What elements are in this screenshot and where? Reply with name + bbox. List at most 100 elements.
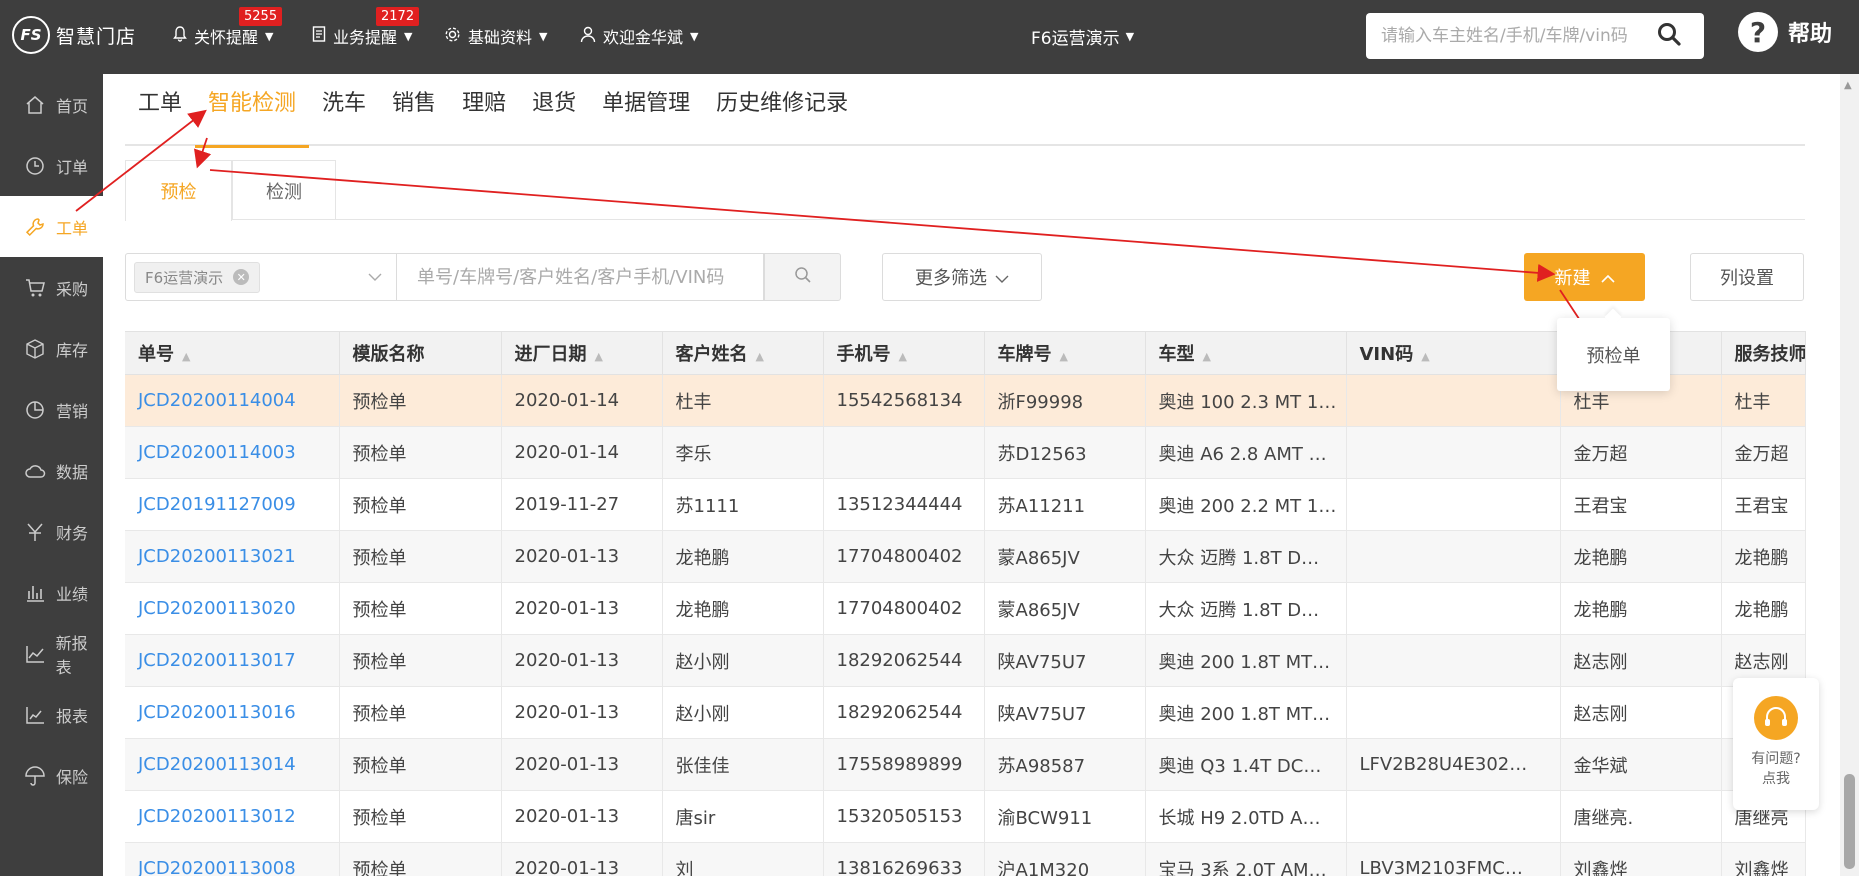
table-cell: 2020-01-14 bbox=[501, 426, 663, 479]
business-reminder-menu[interactable]: 业务提醒 ▼ 2172 bbox=[312, 7, 420, 48]
table-cell: 王君宝 bbox=[1560, 478, 1722, 531]
scrollbar-thumb[interactable] bbox=[1844, 774, 1855, 869]
table-cell bbox=[1346, 426, 1561, 479]
table-row[interactable]: JCD20200113020 预检单 2020-01-13 龙艳鹏 1770480040… bbox=[125, 582, 1806, 635]
sidebar-item-report[interactable]: 报表 bbox=[0, 684, 103, 745]
question-icon: ? bbox=[1738, 12, 1778, 52]
caret-down-icon: ▼ bbox=[690, 29, 699, 43]
help-button[interactable]: ? 帮助 bbox=[1738, 12, 1832, 52]
table-row[interactable]: JCD20200114004 预检单 2020-01-14 杜丰 15542568134… bbox=[125, 374, 1806, 427]
table-row[interactable]: JCD20200113012 预检单 2020-01-13 唐sir 153205051… bbox=[125, 790, 1806, 843]
query-box bbox=[396, 253, 764, 301]
line-chart-icon bbox=[22, 644, 48, 664]
sidebar-item-inventory[interactable]: 库存 bbox=[0, 318, 103, 379]
tab-document-management[interactable]: 单据管理 bbox=[589, 84, 703, 146]
sidebar-item-insurance[interactable]: 保险 bbox=[0, 745, 103, 806]
order-number-link[interactable]: JCD20191127009 bbox=[125, 478, 340, 531]
scroll-up-icon[interactable]: ▲ bbox=[1844, 80, 1852, 91]
sidebar-item-data[interactable]: 数据 bbox=[0, 440, 103, 501]
sidebar-item-performance[interactable]: 业绩 bbox=[0, 562, 103, 623]
order-number-link[interactable]: JCD20200114003 bbox=[125, 426, 340, 479]
logo-text: 智慧门店 bbox=[56, 25, 137, 48]
tab-inspection[interactable]: 检测 bbox=[232, 160, 336, 220]
query-input[interactable] bbox=[397, 266, 763, 288]
table-cell: 2019-11-27 bbox=[501, 478, 663, 531]
sidebar-item-label: 保险 bbox=[56, 767, 89, 787]
new-dropdown-item-pre-inspection[interactable]: 预检单 bbox=[1557, 318, 1670, 391]
sidebar-item-orders[interactable]: 订单 bbox=[0, 135, 103, 196]
tab-pre-inspection[interactable]: 预检 bbox=[125, 160, 232, 221]
scrollbar[interactable]: ▲ bbox=[1840, 74, 1859, 876]
search-icon[interactable] bbox=[1656, 21, 1682, 51]
order-number-link[interactable]: JCD20200113008 bbox=[125, 842, 340, 876]
close-icon[interactable]: ✕ bbox=[233, 269, 250, 285]
table-row[interactable]: JCD20200114003 预检单 2020-01-14 李乐 苏D12563 奥迪 A… bbox=[125, 426, 1806, 479]
table-cell: 预检单 bbox=[339, 582, 502, 635]
column-header[interactable]: 进厂日期 ▲ bbox=[501, 331, 663, 375]
table-row[interactable]: JCD20200113017 预检单 2020-01-13 赵小刚 1829206254… bbox=[125, 634, 1806, 687]
tab-sales[interactable]: 销售 bbox=[379, 84, 449, 146]
more-filters-button[interactable]: 更多筛选 bbox=[882, 253, 1042, 301]
table-cell: 金万超 bbox=[1560, 426, 1722, 479]
column-header[interactable]: 车牌号 ▲ bbox=[984, 331, 1146, 375]
table-cell bbox=[1346, 374, 1561, 427]
home-icon bbox=[22, 95, 48, 115]
table-cell bbox=[823, 426, 985, 479]
store-chip: F6运营演示 ✕ bbox=[134, 261, 261, 293]
table-cell: 浙F99998 bbox=[984, 374, 1146, 427]
tab-repair-history[interactable]: 历史维修记录 bbox=[703, 84, 861, 146]
caret-down-icon: ▼ bbox=[1125, 30, 1135, 43]
column-settings-button[interactable]: 列设置 bbox=[1690, 253, 1804, 301]
sort-icon: ▲ bbox=[594, 350, 603, 363]
basic-data-menu[interactable]: 基础资料 ▼ bbox=[444, 24, 547, 48]
new-button[interactable]: 新建 bbox=[1524, 253, 1645, 301]
sidebar-item-label: 营销 bbox=[56, 401, 89, 421]
order-number-link[interactable]: JCD20200113021 bbox=[125, 530, 340, 583]
table-row[interactable]: JCD20191127009 预检单 2019-11-27 苏1111 13512344… bbox=[125, 478, 1806, 531]
sidebar-item-purchase[interactable]: 采购 bbox=[0, 257, 103, 318]
tab-returns[interactable]: 退货 bbox=[519, 84, 589, 146]
sidebar-item-marketing[interactable]: 营销 bbox=[0, 379, 103, 440]
chevron-down-icon bbox=[368, 269, 382, 285]
column-header[interactable]: 单号 ▲ bbox=[125, 331, 340, 375]
top-bar: FS 智慧门店 关怀提醒 ▼ 5255 业务提醒 ▼ 2172 基础资料 ▼ 欢… bbox=[0, 0, 1859, 74]
column-header[interactable]: VIN码 ▲ bbox=[1346, 331, 1561, 375]
care-reminder-menu[interactable]: 关怀提醒 ▼ 5255 bbox=[173, 7, 283, 48]
table-row[interactable]: JCD20200113016 预检单 2020-01-13 赵小刚 1829206254… bbox=[125, 686, 1806, 739]
store-selector[interactable]: F6运营演示 ▼ bbox=[1031, 24, 1134, 49]
column-header[interactable]: 车型 ▲ bbox=[1145, 331, 1347, 375]
table-row[interactable]: JCD20200113021 预检单 2020-01-13 龙艳鹏 1770480040… bbox=[125, 530, 1806, 583]
primary-tabs: 工单 智能检测 洗车 销售 理赔 退货 单据管理 历史维修记录 bbox=[125, 84, 1805, 148]
order-number-link[interactable]: JCD20200113017 bbox=[125, 634, 340, 687]
tab-car-wash[interactable]: 洗车 bbox=[309, 84, 379, 146]
order-number-link[interactable]: JCD20200113012 bbox=[125, 790, 340, 843]
table-row[interactable]: JCD20200113014 预检单 2020-01-13 张佳佳 1755898989… bbox=[125, 738, 1806, 791]
global-search-input[interactable] bbox=[1366, 26, 1656, 46]
help-chat-widget[interactable]: 有问题? 点我 bbox=[1733, 678, 1819, 810]
table-cell: 大众 迈腾 1.8T D… bbox=[1145, 582, 1347, 635]
order-number-link[interactable]: JCD20200113014 bbox=[125, 738, 340, 791]
store-filter[interactable]: F6运营演示 ✕ bbox=[125, 253, 397, 301]
sidebar-item-new-report[interactable]: 新报表 bbox=[0, 623, 103, 684]
sidebar-item-home[interactable]: 首页 bbox=[0, 74, 103, 135]
sidebar-item-workorder[interactable]: 工单 bbox=[0, 196, 103, 257]
sort-icon: ▲ bbox=[1059, 350, 1068, 363]
bell-icon bbox=[173, 26, 187, 46]
column-header[interactable]: 客户姓名 ▲ bbox=[662, 331, 824, 375]
column-header: 模版名称 bbox=[339, 331, 502, 375]
tab-claims[interactable]: 理赔 bbox=[449, 84, 519, 146]
table-cell: 17704800402 bbox=[823, 530, 985, 583]
column-header[interactable]: 手机号 ▲ bbox=[823, 331, 985, 375]
tab-workorder[interactable]: 工单 bbox=[125, 84, 195, 146]
order-number-link[interactable]: JCD20200113020 bbox=[125, 582, 340, 635]
tab-smart-inspection[interactable]: 智能检测 bbox=[195, 84, 310, 148]
user-menu[interactable]: 欢迎金华斌 ▼ bbox=[580, 24, 698, 48]
sidebar-item-finance[interactable]: 财务 bbox=[0, 501, 103, 562]
order-number-link[interactable]: JCD20200113016 bbox=[125, 686, 340, 739]
table-row[interactable]: JCD20200113008 预检单 2020-01-13 刘 13816269633 沪… bbox=[125, 842, 1806, 876]
logo[interactable]: FS 智慧门店 bbox=[12, 16, 136, 54]
table-cell: 奥迪 200 1.8T MT… bbox=[1145, 634, 1347, 687]
order-number-link[interactable]: JCD20200114004 bbox=[125, 374, 340, 427]
query-search-button[interactable] bbox=[764, 253, 841, 301]
table-cell: 预检单 bbox=[339, 842, 502, 876]
